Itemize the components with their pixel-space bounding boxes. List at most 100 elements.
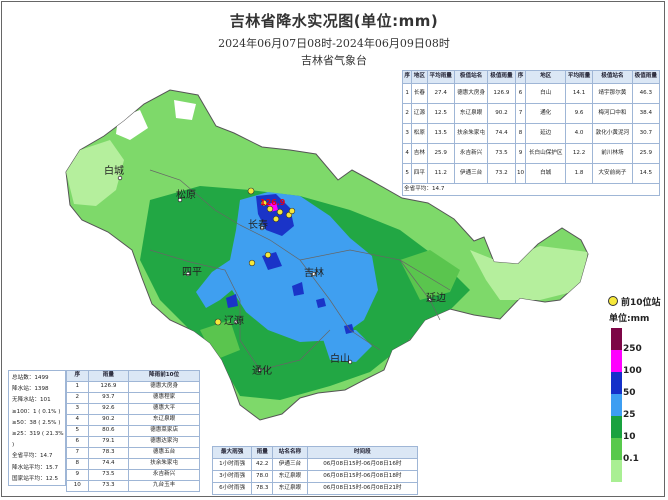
- table-row: 10 73.3 九台玉丰: [66, 480, 200, 492]
- legend-tick-label: 25: [623, 410, 636, 420]
- table-cell: 永吉新兴: [128, 469, 200, 481]
- table-cell: 3: [401, 123, 413, 144]
- legend-tick-label: 100: [623, 366, 642, 376]
- table-cell: 德惠程家: [128, 392, 200, 404]
- city-label-yanbian: 延边: [426, 293, 446, 304]
- table-cell: 73.3: [87, 480, 130, 492]
- col-header: 站名名称: [272, 446, 308, 459]
- table-row: 5 四平 11.2 伊通三台 73.2 10 白城 1.8 大安前岗子 14.5: [401, 163, 661, 184]
- table-cell: 4: [66, 414, 89, 426]
- table-cell: 永吉新兴: [453, 143, 489, 164]
- stat-line: 降水站平均：15.7: [12, 464, 59, 471]
- table-cell: 2: [66, 392, 89, 404]
- legend-unit: 单位:mm: [609, 314, 650, 324]
- table-cell: 8: [514, 123, 527, 144]
- table-cell: 25.9: [631, 143, 661, 164]
- table-cell: 5: [401, 163, 413, 184]
- col-header: 时间段: [306, 446, 419, 459]
- table-cell: 78.0: [251, 470, 274, 483]
- col-header: 极值雨量: [487, 70, 516, 84]
- table-row: 8 74.4 扶余朱家屯: [66, 458, 200, 470]
- table-cell: 东辽泉眼: [272, 482, 308, 495]
- legend-swatch: [611, 460, 622, 482]
- table-cell: 14.1: [564, 83, 594, 104]
- table-cell: 前川林场: [592, 143, 633, 164]
- table-cell: 9: [66, 469, 89, 481]
- table-cell: 46.3: [631, 83, 661, 104]
- table-cell: 松原: [411, 123, 428, 144]
- city-label-jilin: 吉林: [304, 268, 324, 279]
- table-cell: 4.0: [564, 123, 594, 144]
- table-cell: 3小时雨强: [211, 470, 253, 483]
- table-cell: 白山: [525, 83, 566, 104]
- top10-station-table: 序 雨量 降雨前10位 1 126.9 德惠大房身 2 93.7 德惠程家 3 92.6 德…: [66, 370, 200, 492]
- stat-line: 全省平均：14.7: [12, 453, 53, 460]
- table-cell: 90.2: [87, 414, 130, 426]
- table-cell: 6: [66, 436, 89, 448]
- table-row: 4 90.2 东辽泉眼: [66, 414, 200, 426]
- table-cell: 92.6: [87, 403, 130, 415]
- table-cell: 8: [66, 458, 89, 470]
- table-cell: 东辽泉眼: [272, 470, 308, 483]
- table-cell: 73.5: [87, 469, 130, 481]
- table-cell: 80.6: [87, 425, 130, 437]
- legend-tick-label: 10: [623, 432, 636, 442]
- col-header: 序: [401, 70, 413, 84]
- stat-line: 降水站：1398: [12, 386, 49, 393]
- table-cell: 7: [66, 447, 89, 459]
- table-cell: 德惠大平: [128, 403, 200, 415]
- table-row: 6小时雨强 78.3 东辽泉眼 06月08日15时-06月08日21时: [211, 482, 419, 495]
- table-row: 9 73.5 永吉新兴: [66, 469, 200, 481]
- col-header: 极值站名: [592, 70, 633, 84]
- table-cell: 辽源: [411, 103, 428, 124]
- col-header: 极值雨量: [631, 70, 661, 84]
- table-cell: 1小时雨强: [211, 458, 253, 471]
- legend-tick-label: 250: [623, 344, 642, 354]
- table-cell: 长白山保护区: [525, 143, 566, 164]
- table-row: 1 126.9 德惠大房身: [66, 381, 200, 393]
- table-cell: 东辽泉眼: [453, 103, 489, 124]
- city-label-songyuan: 松原: [176, 190, 196, 201]
- table-cell: 伊通三台: [453, 163, 489, 184]
- region-summary-table: 序 地区 平均雨量 极值站名 极值雨量 序 地区 平均雨量 极值站名 极值雨量 …: [401, 70, 661, 196]
- map-date-range: 2024年06月07日08时-2024年06月09日08时: [218, 37, 450, 50]
- table-cell: 11.2: [426, 163, 455, 184]
- table-cell: 四平: [411, 163, 428, 184]
- stat-line: 无降水站：101: [12, 397, 51, 404]
- col-header: 平均雨量: [564, 70, 594, 84]
- city-label-liaoyuan: 辽源: [224, 316, 244, 327]
- col-header: 雨量: [251, 446, 274, 459]
- table-cell: 德惠大房身: [453, 83, 489, 104]
- table-cell: 白城: [525, 163, 566, 184]
- city-label-siping: 四平: [182, 267, 202, 278]
- city-label-tonghua: 通化: [252, 366, 272, 377]
- table-row: 2 93.7 德惠程家: [66, 392, 200, 404]
- table-row: 4 吉林 25.9 永吉新兴 73.5 9 长白山保护区 12.2 前川林场 2…: [401, 143, 661, 164]
- table-cell: 德惠五台: [128, 447, 200, 459]
- table-cell: 73.5: [487, 143, 516, 164]
- city-label-baicheng: 白城: [104, 166, 124, 177]
- table-cell: 3: [66, 403, 89, 415]
- table-cell: 2: [401, 103, 413, 124]
- table-cell: 13.5: [426, 123, 455, 144]
- station-statistics: 总站数：1499 降水站：1398 无降水站：101 ≥100：1 ( 0.1%…: [8, 370, 66, 486]
- table-cell: 1.8: [564, 163, 594, 184]
- table-cell: 42.2: [251, 458, 274, 471]
- table-cell: 6: [514, 83, 527, 104]
- table-cell: 12.5: [426, 103, 455, 124]
- col-header: 雨量: [87, 370, 130, 382]
- col-header: 序: [66, 370, 89, 382]
- table-cell: 10: [514, 163, 527, 184]
- table-cell: 06月08日15时-06月08日18时: [306, 470, 419, 483]
- table-cell: 德惠达家沟: [128, 436, 200, 448]
- table-row: 3 92.6 德惠大平: [66, 403, 200, 415]
- table-row: 2 辽源 12.5 东辽泉眼 90.2 7 通化 9.6 梅河口中和 38.4: [401, 103, 661, 124]
- table-cell: 9: [514, 143, 527, 164]
- table-cell: 79.1: [87, 436, 130, 448]
- map-title: 吉林省降水实况图(单位:mm): [229, 12, 439, 30]
- station-legend: 前10位站: [608, 295, 661, 308]
- table-row: 6 79.1 德惠达家沟: [66, 436, 200, 448]
- table-cell: 1: [66, 381, 89, 393]
- table-cell: 敦化小黄泥河: [592, 123, 633, 144]
- legend-swatch: [611, 416, 622, 438]
